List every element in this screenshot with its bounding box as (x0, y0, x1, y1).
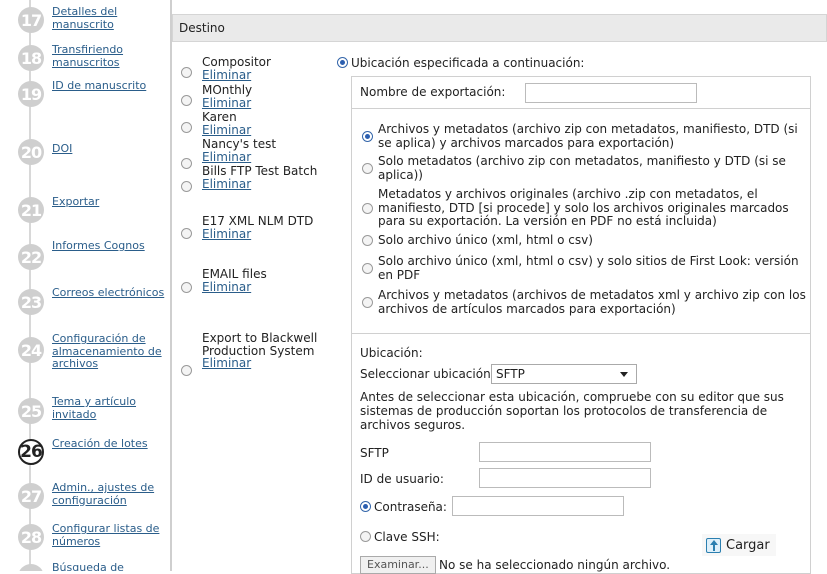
chevron-down-icon (620, 372, 628, 377)
destination-radio[interactable] (181, 158, 192, 169)
location-select-value: SFTP (496, 367, 525, 381)
delete-link[interactable]: Eliminar (202, 150, 322, 164)
user-id-label: ID de usuario: (360, 472, 444, 486)
sftp-input[interactable] (479, 442, 651, 462)
step-number: 18 (18, 45, 44, 71)
step-link-issue-lists[interactable]: Configurar listas de números (52, 522, 170, 548)
destination-name: Compositor (202, 55, 271, 69)
ssh-key-label: Clave SSH: (374, 530, 440, 544)
export-options-box: Archivos y metadatos (archivo zip con me… (351, 108, 811, 334)
export-name-input[interactable] (525, 83, 697, 103)
export-option-label: Solo metadatos (archivo zip con metadato… (378, 154, 786, 182)
destination-panel: Destino Compositor Eliminar MOnthly Elimin… (172, 0, 827, 574)
no-file-selected-text: No se ha seleccionado ningún archivo. (439, 558, 671, 572)
upload-label: Cargar (726, 537, 770, 553)
location-note: Antes de seleccionar esta ubicación, com… (360, 390, 784, 432)
delete-link[interactable]: Eliminar (202, 123, 322, 137)
export-option-label: Archivos y metadatos (archivo zip con me… (378, 122, 798, 150)
step-link-search[interactable]: Búsqueda de (52, 561, 170, 571)
specified-location-radio[interactable] (337, 57, 348, 68)
specified-location-row: Ubicación especificada a continuación: (337, 56, 817, 70)
export-option-label: Solo archivo único (xml, html o csv) y s… (378, 254, 799, 282)
step-number: 21 (18, 197, 44, 223)
step-number: 27 (18, 483, 44, 509)
export-option-label: Solo archivo único (xml, html o csv) (378, 233, 593, 247)
user-id-input[interactable] (479, 468, 651, 488)
export-option-radio[interactable] (362, 297, 373, 308)
delete-link[interactable]: Eliminar (202, 68, 322, 82)
delete-link[interactable]: Eliminar (202, 227, 322, 241)
specified-location-label: Ubicación especificada a continuación: (351, 56, 585, 70)
export-name-label: Nombre de exportación: (360, 85, 506, 99)
step-number: 23 (18, 289, 44, 315)
step-link-cognos-reports[interactable]: Informes Cognos (52, 239, 170, 253)
step-number: 20 (18, 139, 44, 165)
export-option-radio[interactable] (362, 163, 373, 174)
location-heading: Ubicación: (360, 346, 423, 360)
step-link-guest-issue[interactable]: Tema y artículo invitado (52, 395, 170, 421)
step-link-doi[interactable]: DOI (52, 142, 170, 156)
destination-radio[interactable] (181, 282, 192, 293)
export-option-radio[interactable] (362, 235, 373, 246)
export-name-box: Nombre de exportación: (351, 76, 811, 108)
destination-name: Karen (202, 110, 237, 124)
password-label: Contraseña: (374, 500, 447, 514)
ssh-key-option[interactable]: Clave SSH: (360, 530, 440, 544)
export-option-radio[interactable] (362, 203, 373, 214)
step-number: 19 (18, 81, 44, 107)
step-link-export[interactable]: Exportar (52, 195, 170, 209)
password-input[interactable] (452, 496, 624, 516)
step-number: 29 (18, 564, 44, 571)
step-link-file-storage-config[interactable]: Configuración de almacenamiento de archi… (52, 332, 170, 371)
export-option-label: Archivos y metadatos (archivos de metada… (378, 288, 806, 316)
destination-radio[interactable] (181, 67, 192, 78)
destination-radio[interactable] (181, 365, 192, 376)
export-option-radio[interactable] (362, 263, 373, 274)
location-select[interactable]: SFTP (491, 364, 637, 384)
step-link-admin-settings[interactable]: Admin., ajustes de configuración (52, 481, 170, 507)
destination-name: Bills FTP Test Batch (202, 164, 318, 178)
destination-name: Nancy's test (202, 137, 277, 151)
step-number: 25 (18, 398, 44, 424)
step-number: 17 (18, 7, 44, 33)
password-option[interactable]: Contraseña: (360, 500, 447, 514)
step-link-manuscript-details[interactable]: Detalles del manuscrito (52, 5, 170, 31)
destination-name: Export to Blackwell Production System (202, 331, 318, 358)
step-link-batch-creation[interactable]: Creación de lotes (52, 437, 170, 451)
step-number: 22 (18, 244, 44, 270)
export-option-label: Metadatos y archivos originales (archivo… (378, 187, 789, 228)
step-link-transferring-manuscripts[interactable]: Transfiriendo manuscritos (52, 43, 170, 69)
export-option-radio[interactable] (362, 131, 373, 142)
destination-radio[interactable] (181, 181, 192, 192)
step-link-emails[interactable]: Correos electrónicos (52, 286, 170, 300)
location-box: Ubicación: Seleccionar ubicación: SFTP A… (351, 334, 811, 574)
ssh-key-radio[interactable] (360, 531, 371, 542)
upload-arrow-icon (706, 537, 721, 553)
password-radio[interactable] (360, 501, 371, 512)
destination-radio[interactable] (181, 95, 192, 106)
destination-radio[interactable] (181, 122, 192, 133)
delete-link[interactable]: Eliminar (202, 177, 322, 191)
delete-link[interactable]: Eliminar (202, 96, 322, 110)
step-number-active: 26 (18, 439, 44, 465)
delete-link[interactable]: Eliminar (202, 280, 322, 294)
step-link-manuscript-id[interactable]: ID de manuscrito (52, 79, 170, 93)
destination-name: EMAIL files (202, 267, 267, 281)
destination-name: MOnthly (202, 83, 253, 97)
destination-name: E17 XML NLM DTD (202, 214, 314, 228)
step-navigation: 17 Detalles del manuscrito 18 Transfirie… (0, 0, 170, 571)
upload-button[interactable]: Cargar (702, 534, 776, 556)
select-location-label: Seleccionar ubicación: (360, 367, 495, 381)
step-number: 24 (18, 337, 44, 363)
step-number: 28 (18, 524, 44, 550)
browse-button[interactable]: Examinar... (360, 556, 436, 574)
destination-radio[interactable] (181, 228, 192, 239)
delete-link[interactable]: Eliminar (202, 357, 322, 370)
panel-title: Destino (172, 14, 827, 42)
sftp-label: SFTP (360, 446, 389, 460)
